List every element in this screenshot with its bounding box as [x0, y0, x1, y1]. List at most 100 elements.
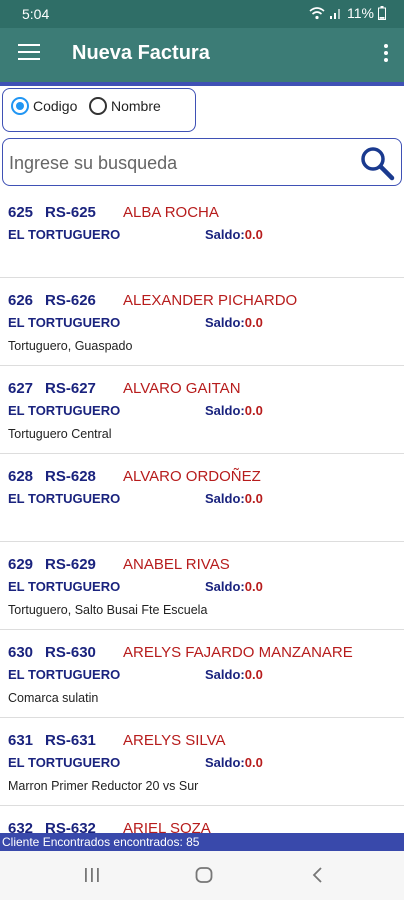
radio-nombre-label: Nombre [111, 98, 161, 114]
saldo-value: 0.0 [244, 579, 263, 594]
client-code: 630 [8, 644, 34, 661]
client-ids: 629 RS-629 [8, 556, 96, 573]
client-address: Tortuguero, Salto Busai Fte Escuela [8, 603, 208, 617]
saldo-label: Saldo: [205, 579, 245, 594]
app-bar: Nueva Factura [0, 28, 404, 82]
client-saldo: Saldo:0.0 [205, 227, 263, 242]
page-title: Nueva Factura [72, 42, 210, 64]
hamburger-menu-icon[interactable] [18, 44, 40, 64]
saldo-label: Saldo: [205, 227, 245, 242]
client-name: ARELYS FAJARDO MANZANARE [123, 644, 353, 661]
client-ids: 627 RS-627 [8, 380, 96, 397]
client-zone: EL TORTUGUERO [8, 403, 121, 418]
radio-nombre[interactable]: Nombre [89, 97, 161, 115]
list-item[interactable]: 631 RS-631 ARELYS SILVA EL TORTUGUERO Sal… [0, 718, 404, 806]
client-code: 627 [8, 380, 34, 397]
client-ref: RS-627 [45, 380, 96, 397]
wifi-icon [309, 7, 325, 20]
list-item[interactable]: 625 RS-625 ALBA ROCHA EL TORTUGUERO Saldo… [0, 190, 404, 278]
search-box [2, 138, 402, 186]
client-name: ALVARO GAITAN [123, 380, 241, 397]
results-count-bar: Cliente Encontrados encontrados: 85 [0, 833, 404, 851]
list-item[interactable]: 626 RS-626 ALEXANDER PICHARDO EL TORTUGUE… [0, 278, 404, 366]
client-ref: RS-629 [45, 556, 96, 573]
client-ref: RS-632 [45, 820, 96, 833]
status-bar: 5:04 11% [0, 0, 404, 28]
client-address: Marron Primer Reductor 20 vs Sur [8, 779, 199, 793]
more-vert-icon[interactable] [382, 44, 390, 66]
client-code: 632 [8, 820, 34, 833]
client-zone: EL TORTUGUERO [8, 579, 121, 594]
client-code: 631 [8, 732, 34, 749]
client-zone: EL TORTUGUERO [8, 667, 121, 682]
radio-codigo-label: Codigo [33, 98, 78, 114]
client-address: Tortuguero Central [8, 427, 112, 441]
client-ref: RS-625 [45, 204, 96, 221]
client-ids: 631 RS-631 [8, 732, 96, 749]
client-code: 626 [8, 292, 34, 309]
list-item[interactable]: 632 RS-632 ARIEL SOZA [0, 806, 404, 833]
client-ids: 625 RS-625 [8, 204, 96, 221]
client-ref: RS-631 [45, 732, 96, 749]
list-item[interactable]: 628 RS-628 ALVARO ORDOÑEZ EL TORTUGUERO S… [0, 454, 404, 542]
search-input[interactable] [7, 147, 351, 179]
status-icons: 11% [309, 5, 386, 21]
client-zone: EL TORTUGUERO [8, 227, 121, 242]
status-time: 5:04 [22, 6, 50, 22]
radio-unselected-icon[interactable] [89, 97, 107, 115]
saldo-label: Saldo: [205, 491, 245, 506]
radio-codigo[interactable]: Codigo [11, 97, 77, 115]
client-ids: 630 RS-630 [8, 644, 96, 661]
client-name: ALBA ROCHA [123, 204, 219, 221]
search-mode-group: Codigo Nombre [2, 88, 196, 132]
client-ids: 628 RS-628 [8, 468, 96, 485]
home-icon[interactable] [195, 867, 213, 883]
client-zone: EL TORTUGUERO [8, 755, 121, 770]
client-saldo: Saldo:0.0 [205, 579, 263, 594]
client-ref: RS-626 [45, 292, 96, 309]
client-saldo: Saldo:0.0 [205, 667, 263, 682]
client-code: 625 [8, 204, 34, 221]
saldo-label: Saldo: [205, 667, 245, 682]
client-saldo: Saldo:0.0 [205, 755, 263, 770]
back-icon[interactable] [312, 867, 324, 883]
radio-selected-icon[interactable] [11, 97, 29, 115]
client-code: 629 [8, 556, 34, 573]
client-ref: RS-630 [45, 644, 96, 661]
signal-icon [330, 9, 341, 19]
client-saldo: Saldo:0.0 [205, 315, 263, 330]
client-address: Comarca sulatin [8, 691, 99, 705]
saldo-label: Saldo: [205, 403, 245, 418]
client-zone: EL TORTUGUERO [8, 315, 121, 330]
client-ids: 626 RS-626 [8, 292, 96, 309]
list-item[interactable]: 629 RS-629 ANABEL RIVAS EL TORTUGUERO Sal… [0, 542, 404, 630]
saldo-value: 0.0 [244, 667, 263, 682]
client-ref: RS-628 [45, 468, 96, 485]
saldo-value: 0.0 [244, 227, 263, 242]
client-saldo: Saldo:0.0 [205, 403, 263, 418]
battery-text: 11% [347, 5, 374, 21]
saldo-label: Saldo: [205, 315, 245, 330]
client-name: ARIEL SOZA [123, 820, 211, 833]
search-icon[interactable] [359, 145, 395, 181]
saldo-label: Saldo: [205, 755, 245, 770]
recents-icon[interactable] [84, 867, 100, 883]
client-ids: 632 RS-632 [8, 820, 96, 833]
client-name: ARELYS SILVA [123, 732, 226, 749]
client-name: ALVARO ORDOÑEZ [123, 468, 261, 485]
saldo-value: 0.0 [244, 755, 263, 770]
client-name: ANABEL RIVAS [123, 556, 230, 573]
saldo-value: 0.0 [244, 403, 263, 418]
client-zone: EL TORTUGUERO [8, 491, 121, 506]
saldo-value: 0.0 [244, 491, 263, 506]
battery-icon [378, 6, 386, 20]
client-name: ALEXANDER PICHARDO [123, 292, 298, 309]
list-item[interactable]: 627 RS-627 ALVARO GAITAN EL TORTUGUERO Sa… [0, 366, 404, 454]
system-nav-bar [0, 851, 404, 900]
saldo-value: 0.0 [244, 315, 263, 330]
client-saldo: Saldo:0.0 [205, 491, 263, 506]
client-code: 628 [8, 468, 34, 485]
list-item[interactable]: 630 RS-630 ARELYS FAJARDO MANZANARE EL TO… [0, 630, 404, 718]
accent-line [0, 82, 404, 86]
client-address: Tortuguero, Guaspado [8, 339, 133, 353]
